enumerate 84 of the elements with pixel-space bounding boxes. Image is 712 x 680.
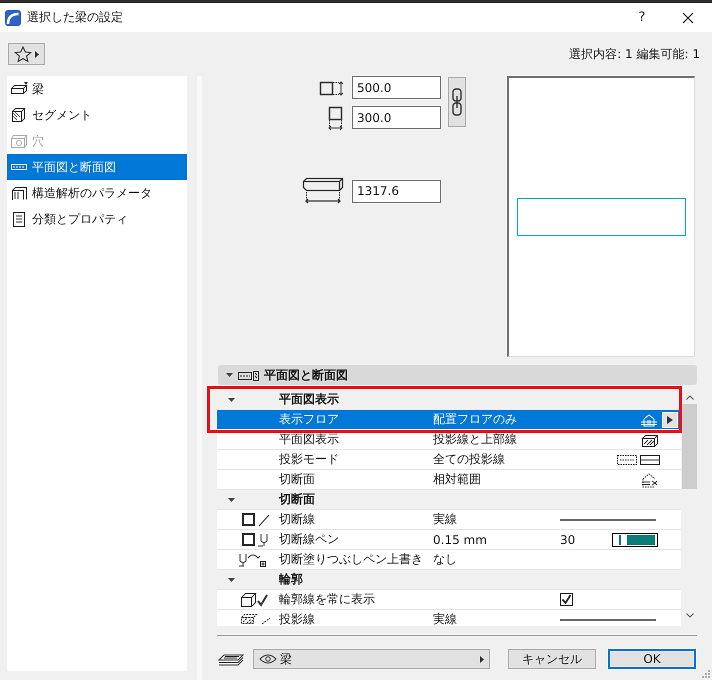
property-name: 投影線 [278,611,316,626]
layer-dropdown[interactable]: 梁 [253,649,490,669]
dimension-field[interactable]: 300.0 [352,106,441,129]
document-icon [10,211,28,227]
star-icon [14,46,32,62]
caret-down-icon[interactable] [228,398,235,402]
property-row[interactable]: 平面図表示 投影線と上部線 [217,430,681,450]
pen-number: 30 [560,532,576,546]
caret-down-icon[interactable] [228,578,235,582]
app-logo-icon [5,10,21,26]
sidebar-item[interactable]: 梁 [7,76,187,102]
caret-down-icon[interactable] [228,498,235,502]
sidebar-item[interactable]: 分類とプロパティ [7,206,187,232]
property-name: 切断面 [278,471,316,488]
property-name: 投影モード [278,451,340,468]
pen-color-icon [627,534,655,544]
sidebar-item[interactable]: 構造解析のパラメータ [7,180,187,206]
square-line-icon [242,512,272,526]
eye-icon [259,654,277,664]
floor-icon [640,412,658,428]
chain-link-icon [452,88,462,116]
group-title: 輪郭 [278,571,304,588]
ok-button[interactable]: OK [608,649,696,669]
group-title: 平面図表示 [278,391,340,408]
property-value: 実線 [433,511,458,528]
group-row[interactable]: 平面図表示 [217,390,681,410]
property-row[interactable]: 切断線ペン 0.15 mm 30 [217,530,681,550]
property-name: 切断線ペン [278,531,340,548]
width-dimension-icon [327,106,345,132]
selection-info: 選択内容: 1 編集可能: 1 [569,46,700,62]
property-name: 切断塗りつぶしペン上書き [278,551,424,568]
dimension-field[interactable]: 500.0 [352,76,441,99]
play-arrow-icon [667,416,673,424]
section-header[interactable]: 平面図と断面図 [218,365,697,385]
property-row[interactable]: 表示フロア 配置フロアのみ [217,410,681,430]
cancel-button[interactable]: キャンセル [508,649,596,669]
close-icon [682,12,694,24]
height-dimension-icon [319,78,345,96]
caret-down-icon[interactable] [226,373,233,377]
help-button[interactable]: ? [619,3,665,32]
checkmark-icon [561,594,572,605]
property-row[interactable]: 切断線 実線 [217,510,681,530]
property-row[interactable]: 投影モード 全ての投影線 [217,450,681,470]
property-value: 投影線と上部線 [433,431,518,448]
property-value: 相対範囲 [433,471,482,488]
box-hole-icon [10,133,28,149]
property-row[interactable]: 投影線 実線 [217,610,681,626]
scrollbar-thumb[interactable] [682,404,697,489]
resize-grip-icon[interactable] [701,669,710,678]
pen-color-swatch[interactable] [612,532,658,546]
cut-plane-icon [640,472,658,488]
caret-up-icon[interactable] [686,395,694,400]
caret-right-icon [35,50,39,58]
property-name: 平面図表示 [278,431,340,448]
property-value: なし [433,551,458,568]
caret-right-icon [480,656,484,662]
property-name: 輪郭線を常に表示 [278,591,376,608]
window-title: 選択した梁の設定 [27,9,123,26]
checkbox[interactable] [560,593,573,606]
group-row[interactable]: 切断面 [217,490,681,510]
hatch-line-icon [240,612,272,626]
property-value: 全ての投影線 [433,451,506,468]
link-button[interactable] [448,77,466,127]
length-dimension-icon [302,177,344,205]
dimension-field[interactable]: 1317.6 [352,180,441,202]
section-title: 平面図と断面図 [264,366,348,384]
property-name: 表示フロア [278,411,340,428]
sidebar-item[interactable]: 平面図と断面図 [7,154,187,180]
dashed-bar-icon [238,370,259,380]
group-title: 切断面 [278,491,316,508]
sidebar-item[interactable]: セグメント [7,102,187,128]
property-name: 切断線 [278,511,316,528]
property-row[interactable]: 輪郭線を常に表示 [217,590,681,610]
beam-icon [10,81,28,97]
frame-icon [10,185,28,201]
caret-down-icon[interactable] [686,613,694,618]
expand-button[interactable] [662,412,678,428]
group-row[interactable]: 輪郭 [217,570,681,590]
property-value: 実線 [433,611,458,626]
property-value: 0.15 mm [433,532,488,546]
favorites-button[interactable] [8,43,45,65]
cube-icon [10,107,28,123]
property-value: 配置フロアのみ [433,411,518,428]
projection-lines-icon [616,454,660,466]
